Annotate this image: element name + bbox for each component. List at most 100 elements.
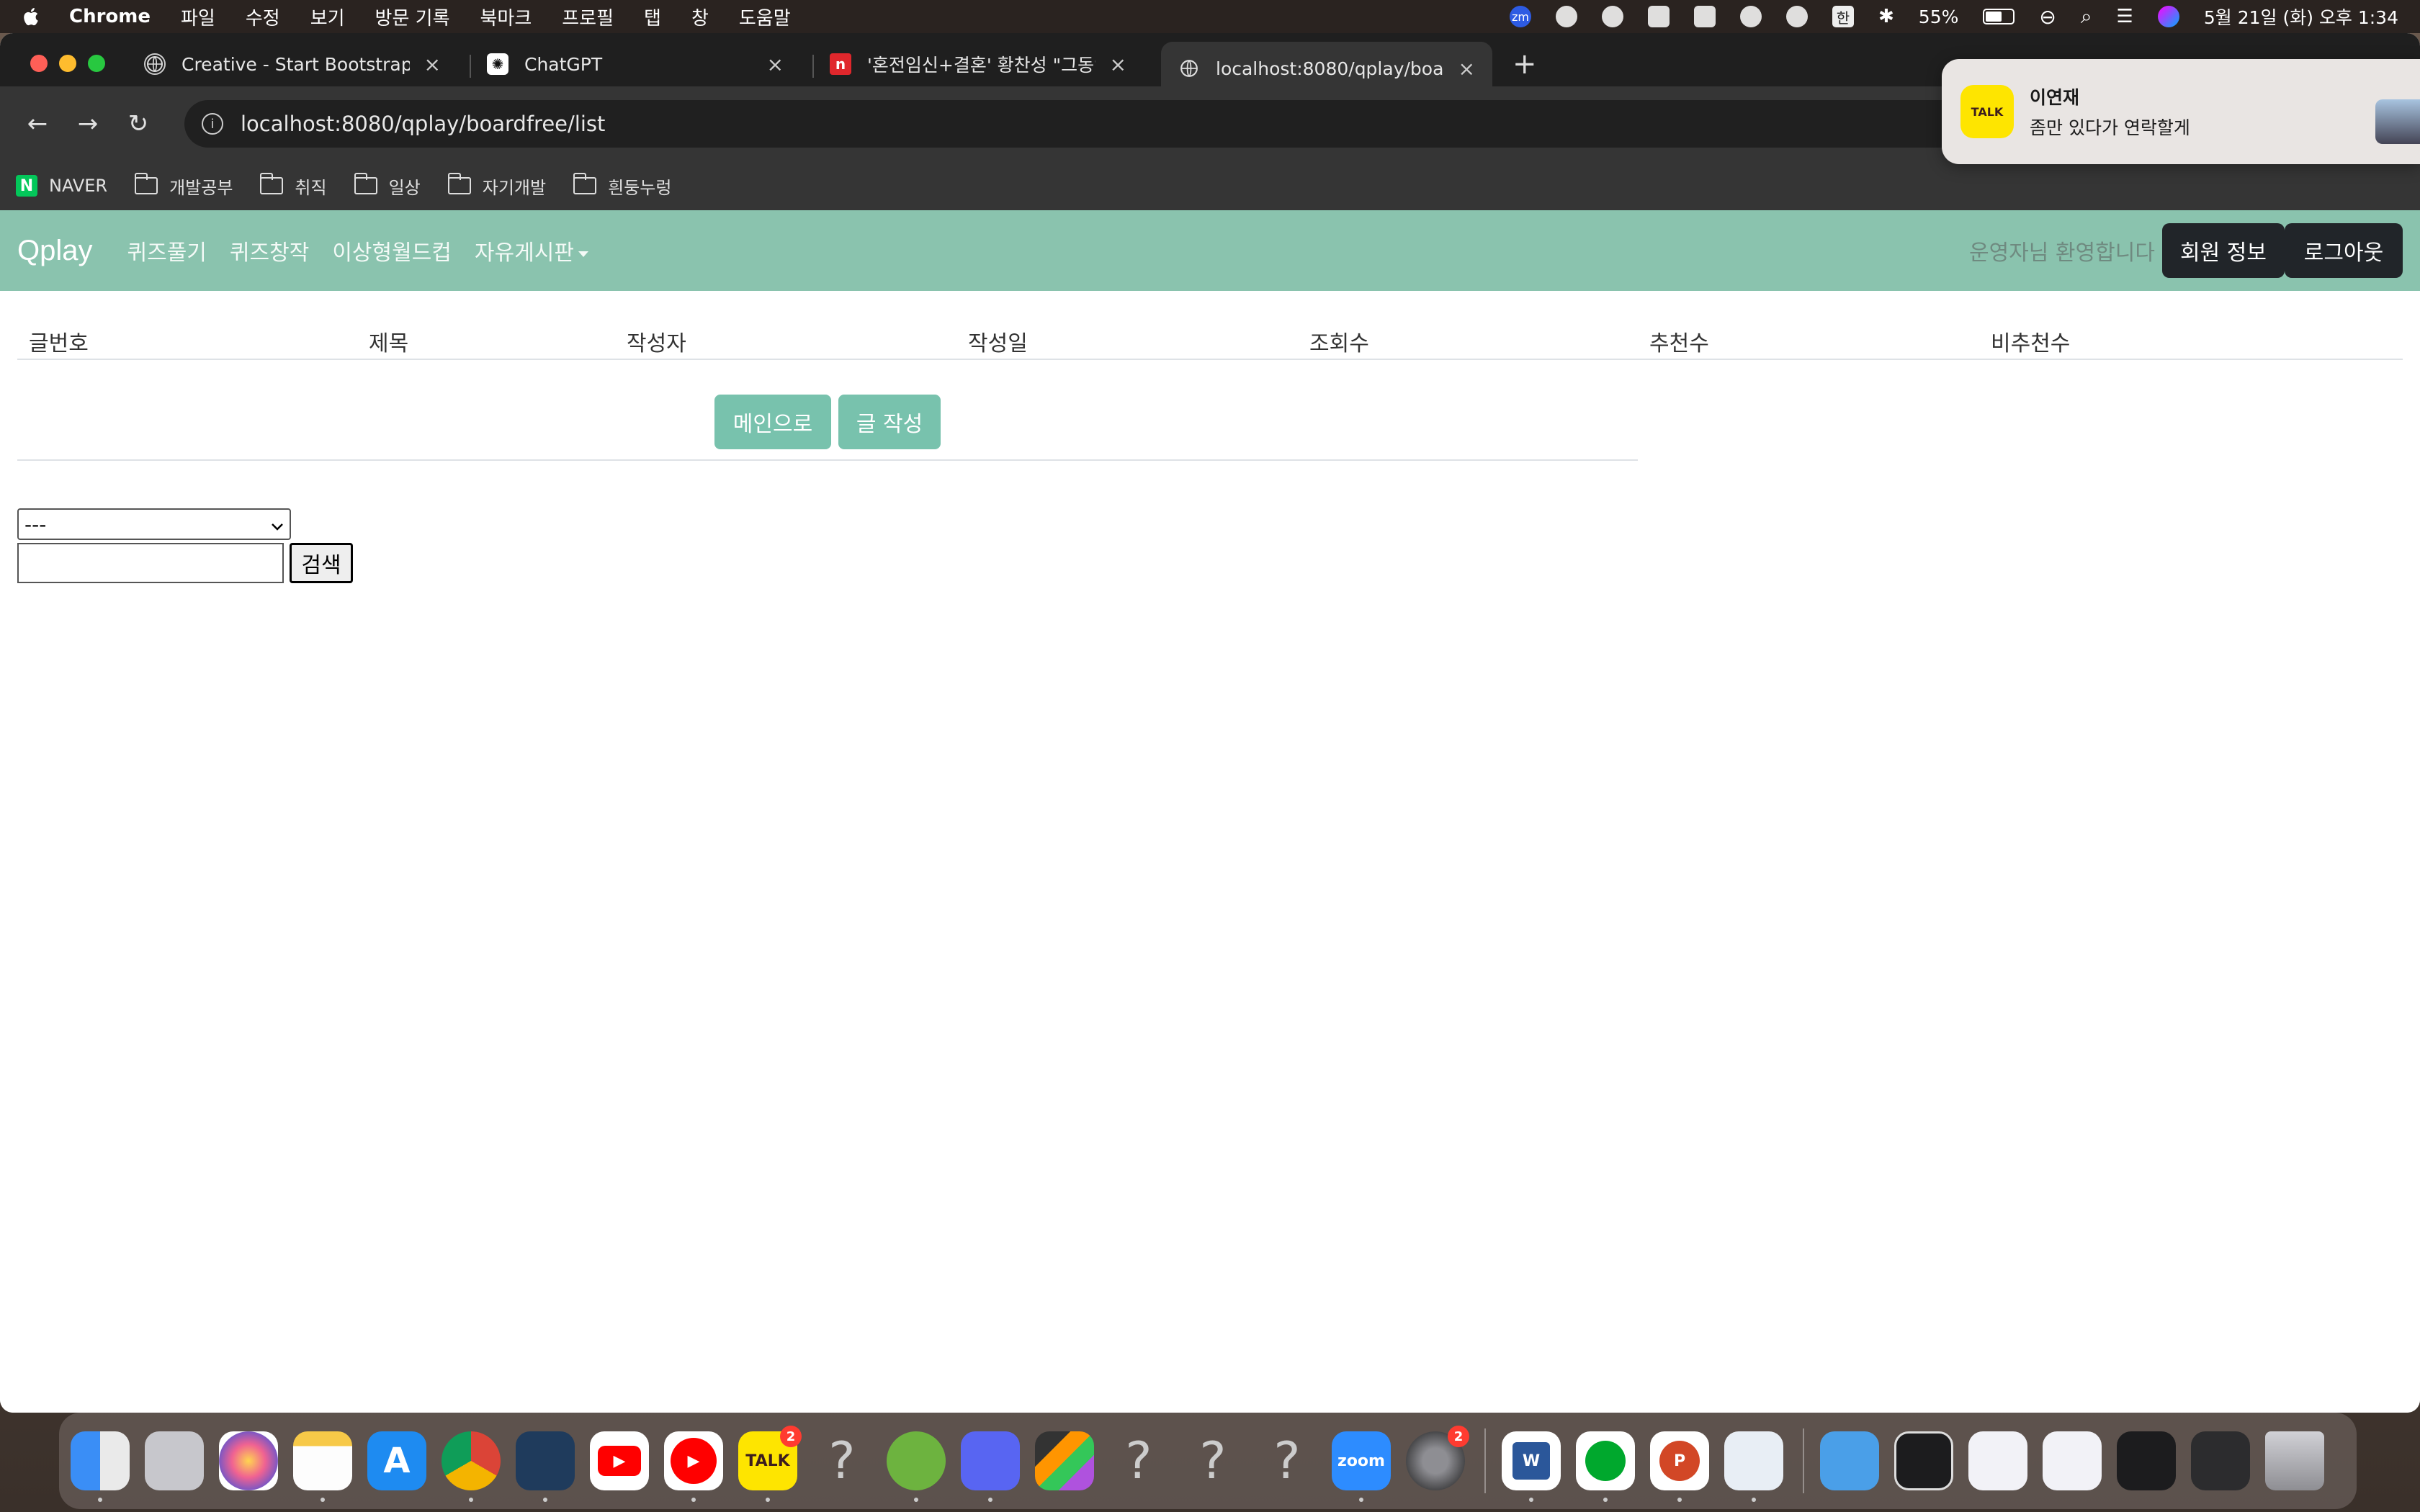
input-source-icon[interactable]: 한 [1832, 6, 1854, 27]
site-info-icon[interactable]: i [202, 113, 223, 135]
youtube-icon[interactable]: ▶ [590, 1431, 649, 1490]
minimize-window-button[interactable] [59, 55, 76, 72]
evernote-tray-icon[interactable] [1602, 6, 1623, 27]
back-arrow-icon[interactable]: ← [19, 109, 56, 138]
menu-help[interactable]: 도움말 [739, 4, 791, 30]
recent-window-thumbnail[interactable] [2117, 1431, 2176, 1490]
control-center-icon[interactable]: ☰ [2117, 6, 2133, 27]
play-tray-icon[interactable] [1786, 6, 1808, 27]
write-post-button[interactable]: 글 작성 [838, 395, 941, 449]
recent-window-thumbnail[interactable] [2191, 1431, 2250, 1490]
recent-window-thumbnail[interactable] [2043, 1431, 2102, 1490]
fullscreen-window-button[interactable] [88, 55, 105, 72]
menu-bar-datetime[interactable]: 5월 21일 (화) 오후 1:34 [2204, 4, 2398, 30]
mysql-workbench-icon[interactable] [516, 1431, 575, 1502]
final-cut-pro-icon[interactable] [1035, 1431, 1094, 1490]
menu-file[interactable]: 파일 [181, 4, 215, 30]
close-tab-icon[interactable]: × [1110, 53, 1126, 76]
tab-news[interactable]: n '혼전임신+결혼' 황찬성 "그동안 많이 × [812, 42, 1144, 86]
search-type-select[interactable]: --- [17, 508, 291, 540]
spring-tool-suite-icon[interactable] [887, 1431, 946, 1502]
nav-free-board-dropdown[interactable]: 자유게시판 [475, 235, 588, 266]
siri-icon[interactable] [2157, 6, 2179, 27]
close-tab-icon[interactable]: × [1458, 57, 1475, 81]
bookmark-folder-daily[interactable]: 일상 [354, 173, 421, 199]
word-icon[interactable]: W [1502, 1431, 1561, 1502]
notes-icon[interactable] [293, 1431, 352, 1502]
keyboard-tray-icon[interactable] [1694, 6, 1716, 27]
downloads-folder-icon[interactable] [1820, 1431, 1879, 1490]
search-input[interactable] [17, 543, 284, 583]
launchpad-icon[interactable] [145, 1431, 204, 1490]
zoom-tray-icon[interactable]: zm [1510, 6, 1531, 27]
kakaotalk-notification[interactable]: TALK 이연재 좀만 있다가 연락할게 [1942, 59, 2420, 164]
airpods-tray-icon[interactable] [1740, 6, 1762, 27]
finder-icon[interactable] [71, 1431, 130, 1502]
trash-icon[interactable] [2265, 1431, 2324, 1490]
spotlight-search-icon[interactable]: ⌕ [2081, 4, 2092, 29]
battery-icon[interactable] [1983, 9, 2015, 24]
bookmark-folder-dev-study[interactable]: 개발공부 [135, 173, 233, 199]
menu-window[interactable]: 창 [691, 4, 709, 30]
discord-icon[interactable] [961, 1431, 1020, 1502]
menu-view[interactable]: 보기 [310, 4, 345, 30]
battery-percent: 55% [1918, 6, 1959, 27]
chat-tray-icon[interactable] [1556, 6, 1577, 27]
tab-chatgpt[interactable]: ✺ ChatGPT × [470, 42, 801, 86]
bookmark-tray-icon[interactable] [1648, 6, 1670, 27]
unknown-app-icon[interactable]: ? [812, 1431, 871, 1490]
link-tray-icon[interactable]: ⊖ [2039, 5, 2056, 29]
column-header-author: 작성자 [627, 331, 686, 356]
site-brand[interactable]: Qplay [17, 235, 93, 267]
forward-arrow-icon[interactable]: → [69, 109, 107, 138]
go-main-button[interactable]: 메인으로 [714, 395, 831, 449]
menu-history[interactable]: 방문 기록 [375, 4, 450, 30]
welcome-text: 운영자님 환영합니다 [1969, 240, 2155, 266]
tab-bootstrap[interactable]: Creative - Start Bootstrap Theme × [127, 42, 458, 86]
tab-title: localhost:8080/qplay/boardfree/list [1216, 58, 1444, 79]
search-button[interactable]: 검색 [290, 543, 353, 583]
bookmark-folder-self-dev[interactable]: 자기개발 [447, 173, 546, 199]
reload-icon[interactable]: ↻ [120, 109, 157, 138]
address-bar[interactable]: i localhost:8080/qplay/boardfree/list [184, 100, 2043, 148]
bookmark-folder-job[interactable]: 취직 [260, 173, 327, 199]
column-header-likes: 추천수 [1649, 331, 1709, 356]
chatgpt-icon: ✺ [487, 53, 508, 75]
new-tab-button[interactable]: + [1512, 48, 1537, 81]
apple-icon[interactable] [22, 6, 40, 27]
nav-quiz-solve[interactable]: 퀴즈풀기 [127, 235, 207, 266]
bookmark-folder-dogs[interactable]: 흰둥누렁 [573, 173, 671, 199]
running-indicator [691, 1498, 696, 1502]
unknown-app-icon[interactable]: ? [1109, 1431, 1168, 1490]
recent-window-thumbnail[interactable] [1968, 1431, 2027, 1490]
powerpoint-icon[interactable]: P [1650, 1431, 1709, 1502]
close-tab-icon[interactable]: × [767, 53, 784, 76]
app-store-icon[interactable]: A [367, 1431, 426, 1490]
bookmark-naver[interactable]: N NAVER [16, 175, 107, 197]
unknown-app-icon[interactable]: ? [1258, 1431, 1317, 1490]
evernote-icon[interactable] [1576, 1431, 1635, 1502]
bluetooth-icon[interactable]: ✱ [1878, 6, 1894, 27]
unknown-app-icon[interactable]: ? [1183, 1431, 1242, 1490]
column-header-date: 작성일 [968, 331, 1028, 356]
menu-edit[interactable]: 수정 [246, 4, 280, 30]
member-info-button[interactable]: 회원 정보 [2162, 223, 2285, 278]
close-tab-icon[interactable]: × [424, 53, 441, 76]
nav-ideal-worldcup[interactable]: 이상형월드컵 [332, 235, 452, 266]
logout-button[interactable]: 로그아웃 [2285, 223, 2403, 278]
close-window-button[interactable] [30, 55, 48, 72]
menu-app-name[interactable]: Chrome [69, 6, 151, 27]
recent-window-thumbnail[interactable] [1894, 1431, 1953, 1490]
youtube-music-icon[interactable]: ▶ [664, 1431, 723, 1502]
photos-icon[interactable] [219, 1431, 278, 1490]
chrome-icon[interactable] [442, 1431, 501, 1502]
system-settings-icon[interactable]: 2 [1406, 1426, 1469, 1490]
zoom-icon[interactable]: zoom [1332, 1431, 1391, 1502]
kakaotalk-dock-icon[interactable]: TALK 2 [738, 1426, 802, 1502]
preview-icon[interactable] [1724, 1431, 1783, 1502]
menu-bookmarks[interactable]: 북마크 [480, 4, 532, 30]
menu-tab[interactable]: 탭 [644, 4, 661, 30]
menu-profile[interactable]: 프로필 [562, 4, 614, 30]
nav-quiz-create[interactable]: 퀴즈창작 [230, 235, 309, 266]
address-bar-url[interactable]: localhost:8080/qplay/boardfree/list [241, 112, 605, 136]
